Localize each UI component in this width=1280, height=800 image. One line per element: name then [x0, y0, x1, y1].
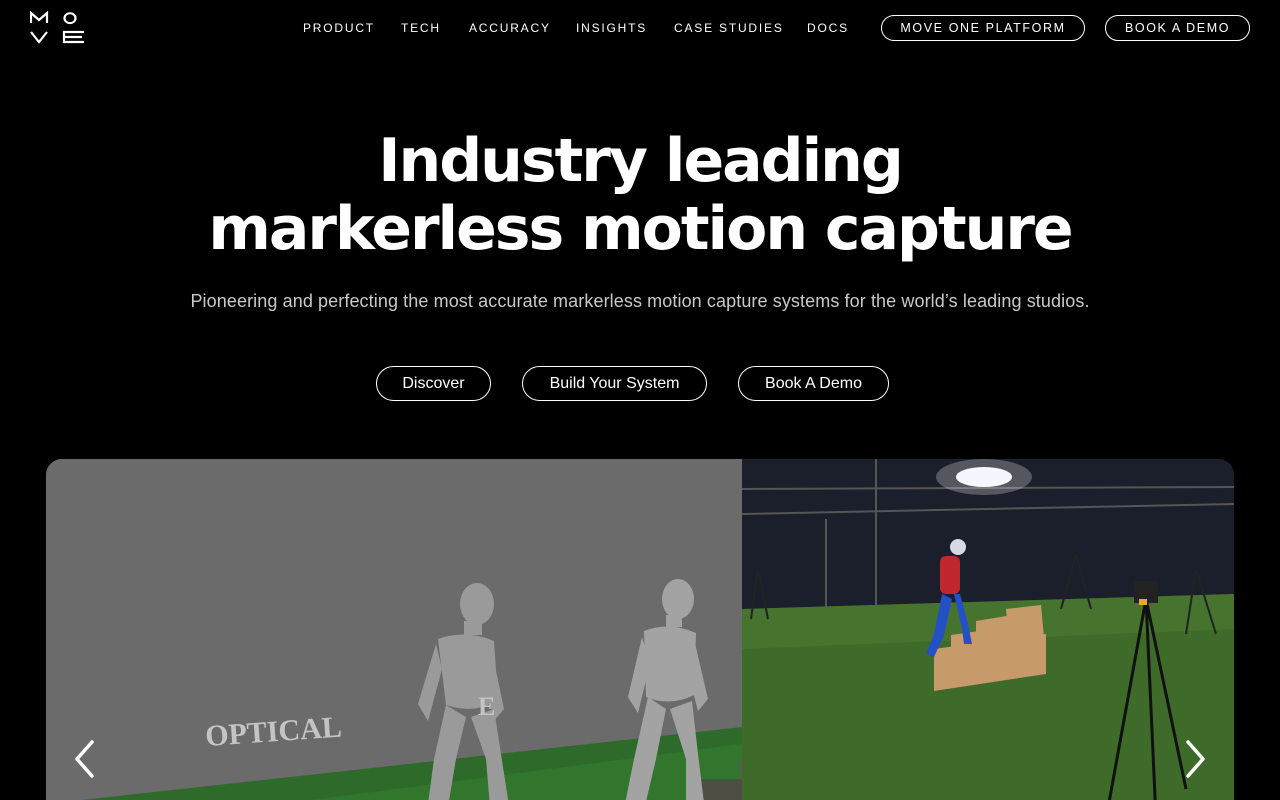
nav-docs[interactable]: DOCS: [807, 21, 849, 35]
nav-case-studies[interactable]: CASE STUDIES: [674, 21, 784, 35]
discover-button[interactable]: Discover: [376, 366, 491, 401]
top-navigation: PRODUCT TECH ACCURACY INSIGHTS CASE STUD…: [0, 0, 1280, 56]
svg-text:E: E: [478, 692, 495, 721]
previous-slide-button[interactable]: [70, 739, 100, 779]
nav-product[interactable]: PRODUCT: [303, 21, 375, 35]
comparison-video[interactable]: OPTICAL E: [46, 459, 1234, 800]
nav-insights[interactable]: INSIGHTS: [576, 21, 647, 35]
chevron-left-icon: [75, 740, 94, 778]
hero-title: Industry leading markerless motion captu…: [0, 127, 1280, 263]
nav-accuracy[interactable]: ACCURACY: [469, 21, 551, 35]
hero-title-line1: Industry leading: [378, 126, 904, 196]
hero-title-line2: markerless motion capture: [208, 194, 1073, 264]
video-frame: OPTICAL E: [46, 459, 1234, 800]
chevron-right-icon: [1186, 740, 1205, 778]
hero-subtitle: Pioneering and perfecting the most accur…: [190, 291, 1090, 311]
next-slide-button[interactable]: [1180, 739, 1210, 779]
book-a-demo-nav-button[interactable]: BOOK A DEMO: [1105, 15, 1250, 41]
build-your-system-button[interactable]: Build Your System: [522, 366, 707, 401]
book-a-demo-button[interactable]: Book A Demo: [738, 366, 889, 401]
move-one-platform-button[interactable]: MOVE ONE PLATFORM: [881, 15, 1085, 41]
nav-tech[interactable]: TECH: [401, 21, 441, 35]
